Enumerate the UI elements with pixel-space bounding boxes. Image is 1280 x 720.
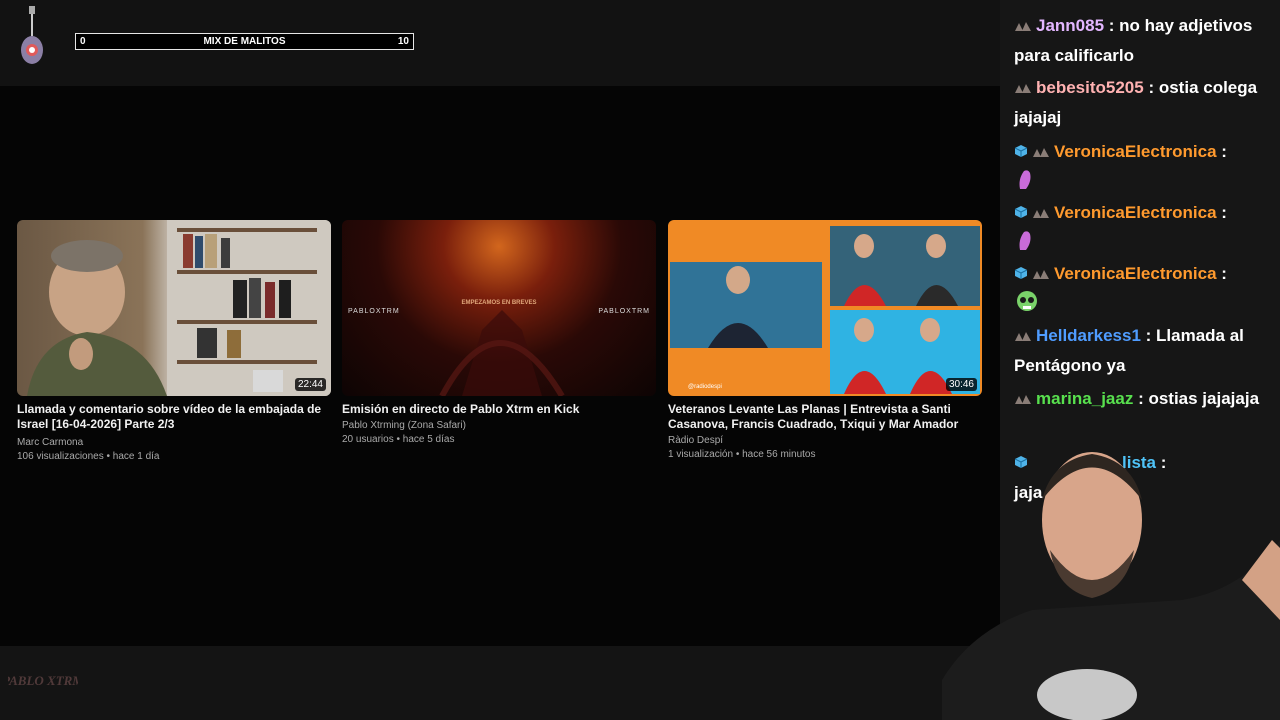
video-duration: 30:46: [945, 378, 977, 391]
user-badge-icon: [1032, 199, 1050, 228]
goal-counter-bar: 0 MIX DE MALITOS 10: [75, 33, 414, 50]
cube-badge-icon: [1014, 260, 1028, 289]
video-thumbnail[interactable]: @radiodespi 30:46: [668, 220, 982, 396]
chat-username[interactable]: VeronicaElectronica: [1054, 264, 1217, 283]
video-channel[interactable]: Marc Carmona: [17, 436, 331, 450]
chat-username[interactable]: Helldarkess1: [1036, 326, 1141, 345]
counter-max: 10: [397, 36, 409, 47]
streamer-webcam: [942, 452, 1280, 720]
user-badge-icon: [1032, 260, 1050, 289]
video-channel[interactable]: Ràdio Despí: [668, 434, 982, 448]
chat-username[interactable]: VeronicaElectronica: [1054, 142, 1217, 161]
video-stats: 1 visualización • hace 56 minutos: [668, 449, 816, 460]
video-stats: 106 visualizaciones • hace 1 día: [17, 451, 160, 462]
video-card[interactable]: @radiodespi 30:46 Veteranos Levante Las …: [668, 220, 982, 462]
chat-message: VeronicaElectronica :: [1014, 137, 1276, 200]
thumbnail-side-logo: PABLOXTRM: [598, 308, 650, 315]
thumbnail-image: [670, 226, 980, 394]
cube-badge-icon: [1014, 138, 1028, 167]
chat-message: Jann085 : no hay adjetivos para califica…: [1014, 11, 1276, 70]
thumbnail-caption: EMPEZAMOS EN BREVES: [461, 300, 537, 306]
video-title[interactable]: Emisión en directo de Pablo Xtrm en Kick: [342, 402, 656, 417]
user-badge-icon: [1014, 74, 1032, 103]
svg-text:PABLO XTRM: PABLO XTRM: [8, 673, 78, 688]
user-badge-icon: [1014, 322, 1032, 351]
chat-username[interactable]: marina_jaaz: [1036, 389, 1133, 408]
chat-separator: :: [1133, 389, 1149, 408]
skull-emote-icon: [1014, 289, 1040, 322]
chat-separator: :: [1143, 78, 1159, 97]
user-badge-icon: [1032, 138, 1050, 167]
chat-message: VeronicaElectronica :: [1014, 198, 1276, 261]
counter-min: 0: [80, 36, 86, 47]
guitar-logo-icon: [21, 6, 43, 64]
watermark-icon: PABLO XTRM: [2, 673, 84, 688]
thumbnail-side-logo: PABLOXTRM: [348, 308, 400, 315]
chat-separator: :: [1216, 264, 1227, 283]
chat-message: marina_jaaz : ostias jajajaja: [1014, 384, 1276, 414]
chat-text: ostias jajajaja: [1148, 389, 1260, 408]
video-card[interactable]: 22:44 Llamada y comentario sobre vídeo d…: [17, 220, 331, 464]
lipstick-emote-icon: [1014, 167, 1036, 200]
user-badge-icon: [1014, 385, 1032, 414]
chat-separator: :: [1140, 326, 1157, 345]
video-thumbnail[interactable]: 22:44: [17, 220, 331, 396]
chat-message: bebesito5205 : ostia colega jajajaj: [1014, 73, 1276, 132]
chat-username[interactable]: bebesito5205: [1036, 78, 1144, 97]
thumbnail-image: [27, 220, 331, 396]
video-thumbnail[interactable]: EMPEZAMOS EN BREVES PABLOXTRM PABLOXTRM: [342, 220, 656, 396]
user-badge-icon: [1014, 12, 1032, 41]
chat-separator: :: [1104, 16, 1120, 35]
cube-badge-icon: [1014, 199, 1028, 228]
video-channel[interactable]: Pablo Xtrming (Zona Safari): [342, 419, 656, 433]
overlay-topbar: 0 MIX DE MALITOS 10: [0, 0, 1000, 86]
chat-username[interactable]: VeronicaElectronica: [1054, 203, 1217, 222]
video-card[interactable]: EMPEZAMOS EN BREVES PABLOXTRM PABLOXTRM …: [342, 220, 656, 447]
chat-username[interactable]: Jann085: [1036, 16, 1104, 35]
thumbnail-caption: @radiodespi: [688, 384, 722, 390]
chat-message: VeronicaElectronica :: [1014, 259, 1276, 322]
chat-separator: :: [1216, 203, 1227, 222]
channel-watermark-logo: PABLO XTRM: [2, 655, 84, 705]
video-stats: 20 usuarios • hace 5 días: [342, 434, 455, 445]
video-duration: 22:44: [294, 378, 326, 391]
chat-message: Helldarkess1 : Llamada al Pentágono ya: [1014, 321, 1276, 380]
video-title[interactable]: Veteranos Levante Las Planas | Entrevist…: [668, 402, 982, 432]
video-title[interactable]: Llamada y comentario sobre vídeo de la e…: [17, 402, 331, 432]
lipstick-emote-icon: [1014, 228, 1036, 261]
counter-label: MIX DE MALITOS: [203, 36, 286, 47]
chat-separator: :: [1216, 142, 1227, 161]
